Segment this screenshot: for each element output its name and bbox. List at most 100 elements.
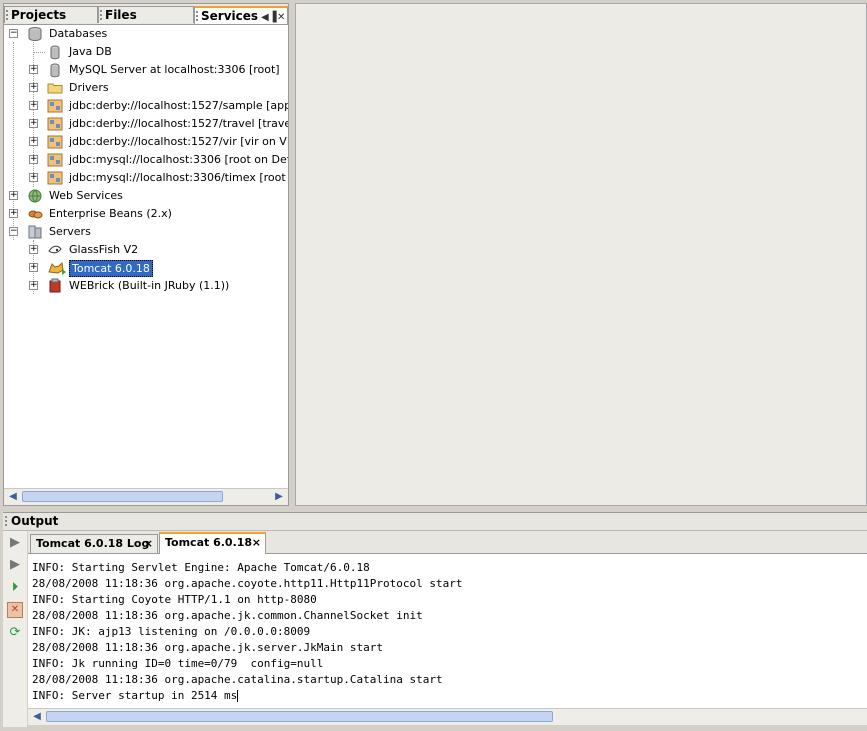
tab-label: Services [201, 9, 259, 23]
database-icon [28, 27, 42, 42]
collapse-icon[interactable]: − [9, 29, 18, 38]
output-toolbar: ▶ ▶ ⏵ ✕ ⟳ [3, 531, 27, 727]
tree-node-connection-travel[interactable]: + jdbc:derby://localhost:1527/travel [tr… [4, 115, 288, 133]
expand-icon[interactable]: + [29, 263, 38, 272]
services-tree: − Databases Java DB + MySQL Server at lo… [4, 25, 288, 490]
text-cursor [237, 690, 239, 702]
tree-node-tomcat[interactable]: + Tomcat 6.0.18 [4, 259, 288, 277]
output-console[interactable]: INFO: Starting Servlet Engine: Apache To… [28, 554, 867, 708]
tree-node-label: jdbc:derby://localhost:1527/vir [vir on … [69, 135, 288, 148]
tree-node-label: jdbc:derby://localhost:1527/sample [app … [69, 99, 288, 112]
close-icon[interactable]: ✕ [277, 10, 285, 26]
broken-connection-icon [47, 135, 63, 149]
scrollbar-thumb[interactable] [22, 491, 223, 502]
expand-icon[interactable]: + [9, 209, 18, 218]
tab-files[interactable]: Files [98, 6, 194, 23]
tree-node-connection-timex[interactable]: + jdbc:mysql://localhost:3306/timex [roo… [4, 169, 288, 187]
expand-icon[interactable]: + [29, 173, 38, 182]
broken-connection-icon [47, 171, 63, 185]
tab-services[interactable]: Services ◀▐ ✕ [194, 6, 288, 24]
tree-node-servers[interactable]: − Servers [4, 223, 288, 241]
tree-node-label: jdbc:mysql://localhost:3306 [root on Def… [69, 153, 288, 166]
tree-node-connection-sample[interactable]: + jdbc:derby://localhost:1527/sample [ap… [4, 97, 288, 115]
tab-grip-icon [6, 10, 10, 20]
close-icon[interactable]: × [144, 535, 153, 553]
rerun-icon[interactable]: ▶ [7, 535, 23, 551]
expand-icon[interactable]: + [29, 65, 38, 74]
editor-area [295, 3, 867, 506]
expand-icon[interactable]: + [29, 119, 38, 128]
tree-node-label: Servers [49, 225, 91, 238]
tree-node-connection-mysql[interactable]: + jdbc:mysql://localhost:3306 [root on D… [4, 151, 288, 169]
rerun-different-icon[interactable]: ▶ [7, 557, 23, 573]
tree-node-enterprise-beans[interactable]: + Enterprise Beans (2.x) [4, 205, 288, 223]
tab-label: Tomcat 6.0.18 [165, 536, 253, 549]
folder-icon [47, 83, 63, 94]
stop-icon[interactable]: ✕ [7, 602, 23, 618]
scroll-left-icon[interactable]: ◀ [6, 490, 20, 504]
tree-node-drivers[interactable]: + Drivers [4, 79, 288, 97]
tab-grip-icon [196, 11, 200, 21]
tree-node-label: MySQL Server at localhost:3306 [root] [69, 63, 280, 76]
database-icon [50, 63, 60, 78]
tree-node-label: Databases [49, 27, 108, 40]
tab-label: Projects [11, 8, 67, 22]
tree-node-label: Drivers [69, 81, 109, 94]
tree-node-label: jdbc:derby://localhost:1527/travel [trav… [69, 117, 288, 130]
tree-node-webrick[interactable]: + WEBrick (Built-in JRuby (1.1)) [4, 277, 288, 295]
tree-node-web-services[interactable]: + Web Services [4, 187, 288, 205]
tree-node-label: Java DB [69, 45, 112, 58]
web-services-icon [28, 189, 42, 203]
panel-grip-icon [5, 516, 9, 526]
scroll-right-icon[interactable]: ▶ [272, 490, 286, 504]
expand-icon[interactable]: + [29, 155, 38, 164]
tree-node-label: WEBrick (Built-in JRuby (1.1)) [69, 279, 230, 292]
broken-connection-icon [47, 99, 63, 113]
collapse-icon[interactable]: − [9, 227, 18, 236]
tree-node-glassfish[interactable]: + GlassFish V2 [4, 241, 288, 259]
resume-icon[interactable]: ⏵ [7, 580, 23, 596]
console-line: INFO: Starting Coyote HTTP/1.1 on http-8… [32, 593, 317, 606]
expand-icon[interactable]: + [9, 191, 18, 200]
expand-icon[interactable]: + [29, 137, 38, 146]
tree-node-connection-vir[interactable]: + jdbc:derby://localhost:1527/vir [vir o… [4, 133, 288, 151]
output-title: Output [11, 514, 59, 528]
tree-node-label: Tomcat 6.0.18 [69, 260, 153, 277]
glassfish-icon [48, 245, 62, 254]
broken-connection-icon [47, 153, 63, 167]
console-line: 28/08/2008 11:18:36 org.apache.catalina.… [32, 673, 443, 686]
console-line: INFO: Server startup in 2514 ms [32, 689, 238, 702]
output-tab-bar: Tomcat 6.0.18 Log × Tomcat 6.0.18 × [28, 531, 867, 554]
tab-label: Tomcat 6.0.18 Log [36, 537, 150, 550]
console-line: INFO: Starting Servlet Engine: Apache To… [32, 561, 370, 574]
expand-icon[interactable]: + [29, 245, 38, 254]
tree-node-label: jdbc:mysql://localhost:3306/timex [root … [69, 171, 288, 184]
refresh-icon[interactable]: ⟳ [7, 625, 23, 641]
expand-icon[interactable]: + [29, 83, 38, 92]
scroll-left-icon[interactable]: ◀ [30, 710, 44, 724]
tab-grip-icon [100, 10, 104, 20]
servers-icon [28, 225, 42, 239]
expand-icon[interactable]: + [29, 101, 38, 110]
tab-tomcat[interactable]: Tomcat 6.0.18 × [159, 532, 266, 554]
tree-node-java-db[interactable]: Java DB [4, 43, 288, 61]
beans-icon [28, 210, 43, 219]
tab-tomcat-log[interactable]: Tomcat 6.0.18 Log × [30, 534, 158, 553]
broken-connection-icon [47, 117, 63, 131]
database-icon [50, 45, 60, 60]
tab-projects[interactable]: Projects [4, 6, 98, 23]
output-horizontal-scrollbar[interactable]: ◀ [28, 708, 867, 725]
tree-node-databases[interactable]: − Databases [4, 25, 288, 43]
tree-node-mysql-server[interactable]: + MySQL Server at localhost:3306 [root] [4, 61, 288, 79]
close-icon[interactable]: × [252, 534, 261, 552]
console-line: INFO: JK: ajp13 listening on /0.0.0.0:80… [32, 625, 311, 638]
minimize-window-icon[interactable]: ◀▐ [261, 10, 276, 26]
scrollbar-thumb[interactable] [46, 711, 553, 722]
tree-node-label: GlassFish V2 [69, 243, 139, 256]
expand-icon[interactable]: + [29, 281, 38, 290]
left-tab-bar: Projects Files Services ◀▐ ✕ [4, 4, 288, 25]
console-line: INFO: Jk running ID=0 time=0/79 config=n… [32, 657, 324, 670]
tree-horizontal-scrollbar[interactable]: ◀ ▶ [4, 488, 288, 505]
console-line: 28/08/2008 11:18:36 org.apache.coyote.ht… [32, 577, 463, 590]
console-line: 28/08/2008 11:18:36 org.apache.jk.common… [32, 609, 423, 622]
